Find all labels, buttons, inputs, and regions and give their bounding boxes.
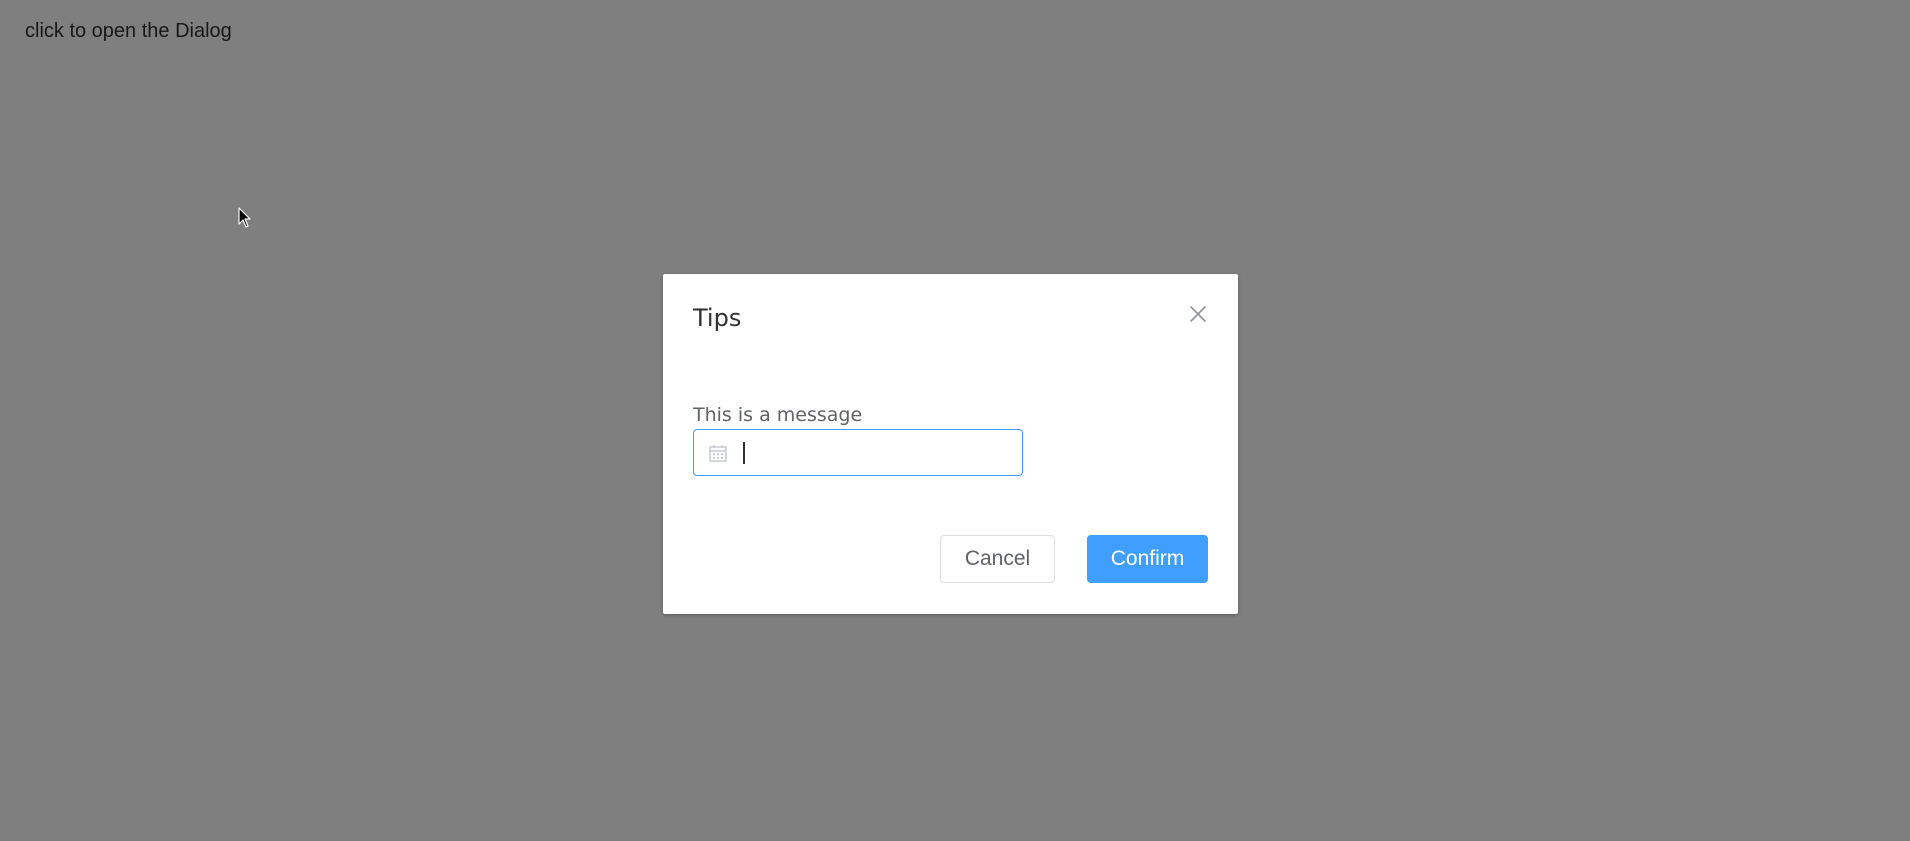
calendar-icon bbox=[709, 445, 727, 462]
confirm-button[interactable]: Confirm bbox=[1087, 535, 1208, 583]
text-caret bbox=[743, 442, 745, 464]
dialog-title: Tips bbox=[693, 304, 742, 332]
date-picker-field[interactable] bbox=[693, 429, 1023, 476]
close-icon bbox=[1190, 306, 1206, 322]
dialog: Tips This is a message Cancel Confirm bbox=[663, 274, 1238, 614]
dialog-message: This is a message bbox=[693, 404, 863, 426]
cancel-button[interactable]: Cancel bbox=[940, 535, 1055, 583]
mouse-pointer-icon bbox=[238, 207, 251, 228]
close-button[interactable] bbox=[1184, 300, 1212, 328]
date-input[interactable] bbox=[738, 430, 1008, 475]
